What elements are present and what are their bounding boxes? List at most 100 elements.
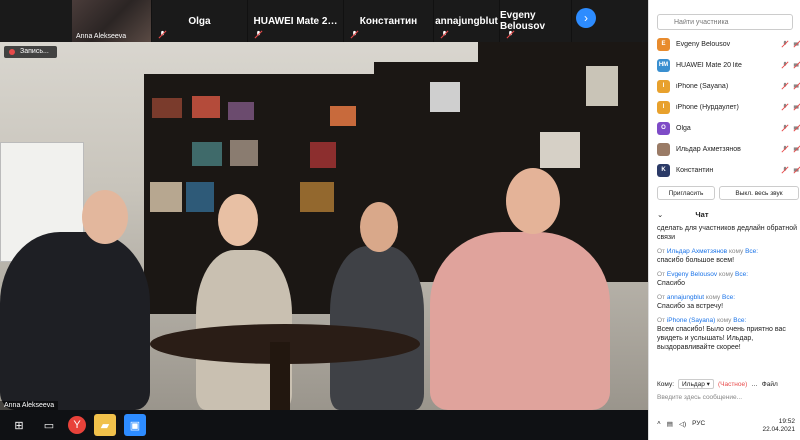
mic-muted-icon[interactable]	[781, 145, 789, 153]
participant-thumb-olga[interactable]: Olga	[152, 0, 248, 42]
msg-recipient: Все:	[745, 248, 759, 255]
task-view-icon[interactable]: ▭	[38, 414, 60, 436]
participant-thumb-name: Evgeny Belousov	[500, 10, 546, 32]
participant-name: Olga	[676, 124, 691, 132]
participant-row[interactable]: K Константин	[657, 160, 800, 180]
avatar: I	[657, 100, 670, 114]
participant-row[interactable]: Ильдар Ахметзянов	[657, 139, 800, 159]
shelf-item	[192, 96, 220, 118]
avatar: HM	[657, 58, 670, 72]
person-2-head	[218, 194, 258, 246]
volume-icon[interactable]: ◁)	[679, 420, 686, 428]
system-tray: ˄ ▤ ◁) РУС	[657, 420, 705, 428]
next-page-button[interactable]: ›	[576, 8, 596, 28]
windows-start-icon[interactable]: ⊞	[8, 414, 30, 436]
network-icon[interactable]: ▤	[667, 420, 673, 428]
video-off-icon[interactable]	[793, 82, 800, 90]
msg-sender: Evgeny Belousov	[666, 271, 718, 278]
participant-thumb-huawei[interactable]: HUAWEI Mate 2…	[248, 0, 344, 42]
shelf-item	[230, 140, 258, 166]
video-off-icon[interactable]	[793, 61, 800, 69]
person-3-head	[360, 202, 398, 252]
mic-muted-icon[interactable]	[781, 40, 789, 48]
chat-message-input[interactable]: Введите здесь сообщение...	[657, 394, 797, 401]
person-4-head	[506, 168, 560, 234]
video-off-icon[interactable]	[793, 103, 800, 111]
more-icon[interactable]: …	[751, 381, 758, 388]
shelf-item	[310, 142, 336, 168]
chat-message: От Ильдар Ахметзянов кому Все: спасибо бо…	[657, 247, 797, 265]
chat-message-text: Спасибо	[657, 280, 686, 287]
zoom-app-icon[interactable]: ▣	[124, 414, 146, 436]
avatar	[657, 142, 670, 156]
shelf-item	[150, 182, 182, 212]
msg-to-word: кому	[718, 271, 734, 278]
person-4	[430, 232, 610, 410]
avatar: O	[657, 121, 670, 135]
chat-title: Чат	[695, 210, 709, 219]
msg-recipient: Все:	[722, 294, 736, 301]
participant-row[interactable]: HM HUAWEI Mate 20 lite	[657, 55, 800, 75]
tray-arrow-icon[interactable]: ˄	[657, 420, 661, 428]
yandex-browser-icon[interactable]: Y	[68, 416, 86, 434]
participant-row[interactable]: IiPhone (Нурдаулет)	[657, 97, 800, 117]
zoom-meeting-window: Anna Alekseeva Olga HUAWEI Mate 2… Конст…	[0, 0, 800, 440]
participant-thumb-annajungblut[interactable]: annajungblut	[434, 0, 500, 42]
active-speaker-video: Запись... Anna Alekseeva	[0, 42, 648, 410]
participant-row[interactable]: O Olga	[657, 118, 800, 138]
file-button[interactable]: Файл	[762, 381, 778, 388]
chat-message-meta: От annajungblut кому Все:	[657, 293, 797, 302]
participant-row[interactable]: E Evgeny Belousov	[657, 34, 800, 54]
person-1-head	[82, 190, 128, 244]
side-panel: E Evgeny Belousov HM HUAWEI Mate 20 lite IiP…	[648, 0, 800, 440]
mute-all-button[interactable]: Выкл. весь звук	[719, 186, 799, 200]
private-note: (Частное)	[717, 380, 748, 388]
recording-indicator[interactable]: Запись...	[4, 46, 57, 58]
participant-thumb-name: Olga	[188, 15, 211, 27]
participant-name: iPhone (Sayana)	[676, 82, 729, 90]
chat-message: От iPhone (Sayana) кому Все: Всем спасибо…	[657, 316, 797, 352]
avatar: K	[657, 163, 670, 177]
mic-muted-icon[interactable]	[781, 166, 789, 174]
msg-prefix: От	[657, 248, 666, 255]
video-off-icon[interactable]	[793, 124, 800, 132]
mic-muted-icon[interactable]	[781, 103, 789, 111]
mic-muted-icon	[254, 30, 263, 39]
language-indicator[interactable]: РУС	[692, 420, 705, 428]
clock-date: 22.04.2021	[762, 426, 795, 433]
video-off-icon[interactable]	[793, 145, 800, 153]
shelf-item	[300, 182, 334, 212]
participant-row[interactable]: IiPhone (Sayana)	[657, 76, 800, 96]
video-off-icon[interactable]	[793, 166, 800, 174]
participant-thumb-evgeny[interactable]: Evgeny Belousov	[500, 0, 572, 42]
chat-message-text: спасибо большое всем!	[657, 257, 735, 264]
shelf-item	[186, 182, 214, 212]
chevron-down-icon[interactable]: ⌄	[657, 210, 663, 219]
participant-name: Ильдар Ахметзянов	[676, 145, 741, 153]
msg-sender: annajungblut	[666, 294, 705, 301]
chat-message-text: Всем спасибо! Было очень приятно вас уви…	[657, 326, 786, 351]
chat-header: ⌄ Чат	[657, 210, 797, 219]
participant-search-input[interactable]	[657, 14, 793, 30]
mic-muted-icon	[440, 30, 449, 39]
recipient-select[interactable]: Ильдар ▾	[678, 379, 714, 389]
video-off-icon[interactable]	[793, 40, 800, 48]
msg-prefix: От	[657, 317, 666, 324]
participant-thumb-konstantin[interactable]: Константин	[344, 0, 434, 42]
chat-messages: сделать для участников дедлайн обратной …	[657, 224, 797, 357]
msg-to-word: кому	[705, 294, 721, 301]
msg-sender: iPhone (Sayana)	[666, 317, 716, 324]
msg-sender: Ильдар Ахметзянов	[666, 248, 728, 255]
mic-muted-icon[interactable]	[781, 124, 789, 132]
self-thumb-name: Anna Alekseeva	[76, 33, 127, 40]
file-explorer-icon[interactable]: ▰	[94, 414, 116, 436]
mic-muted-icon[interactable]	[781, 61, 789, 69]
chat-message-meta: От iPhone (Sayana) кому Все:	[657, 316, 797, 325]
system-clock[interactable]: 19:52 22.04.2021	[745, 418, 795, 434]
mic-muted-icon	[350, 30, 359, 39]
self-video-thumb[interactable]: Anna Alekseeva	[72, 0, 152, 42]
participant-strip: Anna Alekseeva Olga HUAWEI Mate 2… Конст…	[0, 0, 648, 42]
record-dot-icon	[9, 49, 15, 55]
invite-button[interactable]: Пригласить	[657, 186, 715, 200]
mic-muted-icon[interactable]	[781, 82, 789, 90]
